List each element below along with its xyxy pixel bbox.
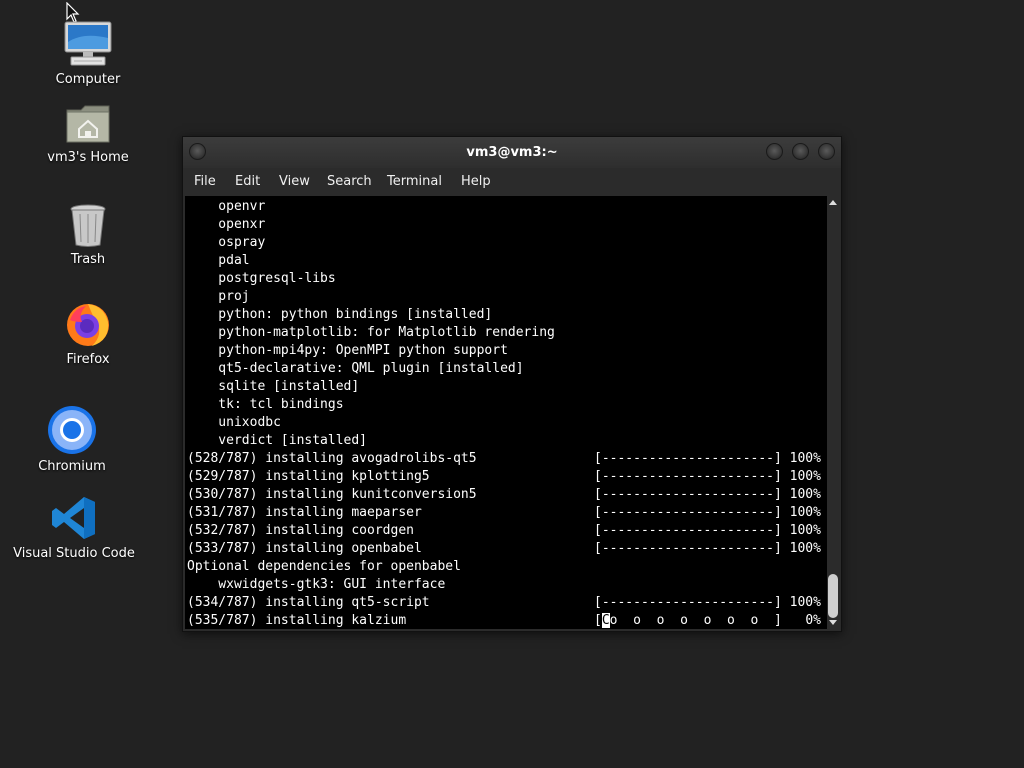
terminal-line: openxr xyxy=(187,217,266,232)
desktop-icon-vscode[interactable]: Visual Studio Code xyxy=(4,494,144,561)
terminal-line: ospray xyxy=(187,235,266,250)
terminal-line: (529/787) installing kplotting5 [-------… xyxy=(187,469,821,484)
terminal-line: python-mpi4py: OpenMPI python support xyxy=(187,343,508,358)
terminal-output[interactable]: openvr openxr ospray pdal postgresql-lib… xyxy=(185,196,827,629)
desktop-icon-label: Trash xyxy=(70,252,106,267)
desktop-icon-label: Visual Studio Code xyxy=(13,546,135,561)
terminal-scrollbar[interactable] xyxy=(827,196,839,629)
scroll-up-arrow-icon[interactable] xyxy=(829,200,837,205)
terminal-line: (530/787) installing kunitconversion5 [-… xyxy=(187,487,821,502)
terminal-line: postgresql-libs xyxy=(187,271,336,286)
terminal-cursor: C xyxy=(601,613,610,628)
minimize-button[interactable] xyxy=(766,143,783,160)
desktop-icon-label: Firefox xyxy=(66,352,110,367)
terminal-line: openvr xyxy=(187,199,266,214)
terminal-line: (531/787) installing maeparser [--------… xyxy=(187,505,821,520)
window-title: vm3@vm3:~ xyxy=(466,145,558,160)
desktop-icon-trash[interactable]: Trash xyxy=(18,202,158,267)
menu-bar: File Edit View Search Terminal Help xyxy=(183,168,841,196)
terminal-line: verdict [installed] xyxy=(187,433,368,448)
vscode-icon xyxy=(52,497,95,539)
menu-file[interactable]: File xyxy=(194,174,216,189)
home-folder-icon xyxy=(66,105,110,143)
terminal-line: python: python bindings [installed] xyxy=(187,307,493,322)
scroll-down-arrow-icon[interactable] xyxy=(829,620,837,625)
terminal-line: qt5-declarative: QML plugin [installed] xyxy=(187,361,524,376)
terminal-line: (533/787) installing openbabel [--------… xyxy=(187,541,821,556)
terminal-current-line: (535/787) installing kalzium [Co o o o o… xyxy=(187,613,821,628)
window-titlebar[interactable]: vm3@vm3:~ xyxy=(183,137,841,168)
terminal-line: proj xyxy=(187,289,250,304)
scrollbar-thumb[interactable] xyxy=(828,574,838,618)
maximize-button[interactable] xyxy=(792,143,809,160)
terminal-line: pdal xyxy=(187,253,250,268)
menu-edit[interactable]: Edit xyxy=(235,174,260,189)
desktop-icon-label: vm3's Home xyxy=(47,150,129,165)
terminal-line: (532/787) installing coordgen [---------… xyxy=(187,523,821,538)
desktop-icon-computer[interactable]: Computer xyxy=(18,20,158,87)
terminal-line: (534/787) installing qt5-script [-------… xyxy=(187,595,821,610)
terminal-line-suffix: o o o o o o o ] 0% xyxy=(609,613,821,628)
chromium-icon xyxy=(48,406,96,454)
menu-help[interactable]: Help xyxy=(461,174,491,189)
trash-icon xyxy=(70,204,106,247)
terminal-line: sqlite [installed] xyxy=(187,379,360,394)
terminal-text: openvr openxr ospray pdal postgresql-lib… xyxy=(187,198,821,629)
terminal-line: (528/787) installing avogadrolibs-qt5 [-… xyxy=(187,451,821,466)
close-button[interactable] xyxy=(818,143,835,160)
desktop-icon-firefox[interactable]: Firefox xyxy=(18,300,158,367)
terminal-line: tk: tcl bindings xyxy=(187,397,344,412)
firefox-icon xyxy=(67,304,109,346)
terminal-window[interactable]: vm3@vm3:~ File Edit View Search Terminal… xyxy=(182,136,842,632)
desktop-icon-chromium[interactable]: Chromium xyxy=(2,405,142,474)
desktop-icon-label: Computer xyxy=(55,72,121,87)
desktop-icon-home[interactable]: vm3's Home xyxy=(18,102,158,165)
menu-search[interactable]: Search xyxy=(327,174,372,189)
computer-icon xyxy=(64,21,112,66)
terminal-line-prefix: (535/787) installing kalzium [ xyxy=(187,613,602,628)
terminal-line: python-matplotlib: for Matplotlib render… xyxy=(187,325,555,340)
terminal-line: wxwidgets-gtk3: GUI interface xyxy=(187,577,446,592)
desktop-icon-label: Chromium xyxy=(38,459,106,474)
terminal-line: unixodbc xyxy=(187,415,281,430)
terminal-line: Optional dependencies for openbabel xyxy=(187,559,461,574)
menu-view[interactable]: View xyxy=(279,174,310,189)
menu-terminal[interactable]: Terminal xyxy=(387,174,442,189)
